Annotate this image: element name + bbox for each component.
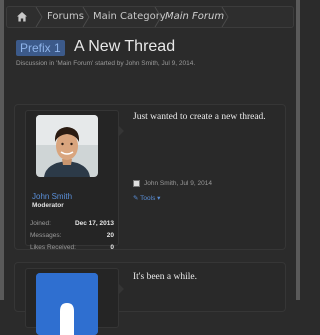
select-post-checkbox[interactable] (133, 180, 140, 187)
stat-joined: Joined: Dec 17, 2013 (30, 220, 114, 227)
breadcrumb-separator (220, 7, 230, 27)
post-message: It's been a while. (133, 272, 197, 282)
stat-messages: Messages: 20 (30, 232, 114, 239)
post-author-date[interactable]: John Smith, Jul 9, 2014 (144, 180, 212, 187)
thread-prefix-badge[interactable]: Prefix 1 (16, 40, 65, 56)
post: It's been a while. (14, 262, 286, 335)
default-avatar-icon (36, 273, 98, 335)
breadcrumb-forums[interactable]: Forums (47, 7, 84, 27)
stat-likes: Likes Received: 0 (30, 244, 114, 251)
user-info (25, 268, 119, 335)
home-icon[interactable] (16, 11, 28, 23)
tools-label: Tools (140, 195, 156, 202)
avatar[interactable] (36, 273, 98, 335)
breadcrumb-main-forum[interactable]: Main Forum (165, 7, 224, 27)
breadcrumb-separator (81, 7, 91, 27)
post-message: Just wanted to create a new thread. (133, 112, 266, 122)
tools-menu[interactable]: ✎ Tools ▾ (133, 194, 160, 202)
user-block-arrow (118, 125, 124, 137)
avatar[interactable] (36, 115, 98, 177)
chevron-down-icon: ▾ (157, 195, 161, 202)
user-title: Moderator (32, 202, 64, 209)
user-photo (36, 115, 98, 177)
username-link[interactable]: John Smith (26, 192, 124, 201)
pencil-icon: ✎ (133, 195, 139, 202)
page-title: A New Thread (74, 38, 176, 55)
post: John Smith Moderator Joined: Dec 17, 201… (14, 104, 286, 251)
thread-description: Discussion in 'Main Forum' started by Jo… (16, 60, 196, 67)
user-block-arrow (118, 283, 124, 295)
user-info: John Smith Moderator Joined: Dec 17, 201… (25, 110, 119, 251)
breadcrumb-separator (153, 7, 163, 27)
breadcrumb: Forums Main Category Main Forum (6, 6, 294, 28)
post-meta: John Smith, Jul 9, 2014 (133, 180, 212, 187)
breadcrumb-separator (34, 7, 44, 27)
